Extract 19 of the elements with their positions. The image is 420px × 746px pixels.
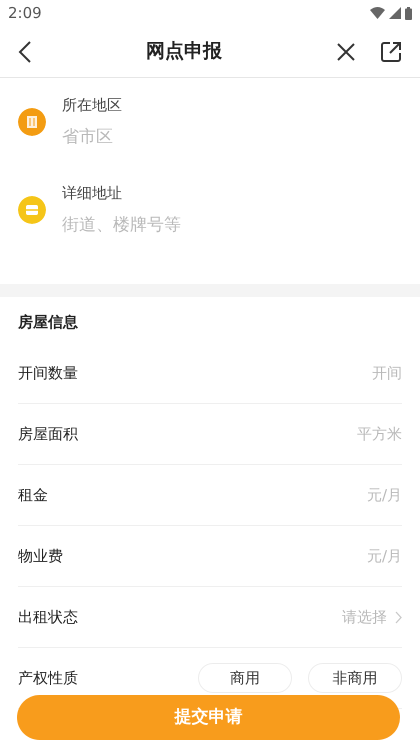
box-icon (18, 196, 46, 224)
field-label: 详细地址 (62, 183, 123, 204)
field-label: 开间数量 (18, 362, 78, 384)
signal-icon (389, 7, 401, 19)
building-icon (18, 108, 46, 136)
field-label: 物业费 (18, 546, 63, 567)
field-label: 出租状态 (18, 606, 78, 628)
chevron-icon (395, 610, 402, 624)
wifi-icon (370, 7, 385, 19)
field-label: 产权性质 (18, 668, 78, 689)
option-button[interactable]: 非商用 (308, 663, 402, 693)
field-label: 租金 (18, 484, 48, 506)
page-title: 网点申报 (145, 39, 223, 64)
field-label: 所在地区 (62, 95, 123, 116)
section-title: 房屋信息 (18, 313, 78, 331)
option-button[interactable]: 商用 (198, 663, 292, 693)
status-time: 2:09 (8, 2, 42, 24)
field-label: 房屋面积 (18, 424, 78, 445)
battery-icon (405, 6, 412, 20)
